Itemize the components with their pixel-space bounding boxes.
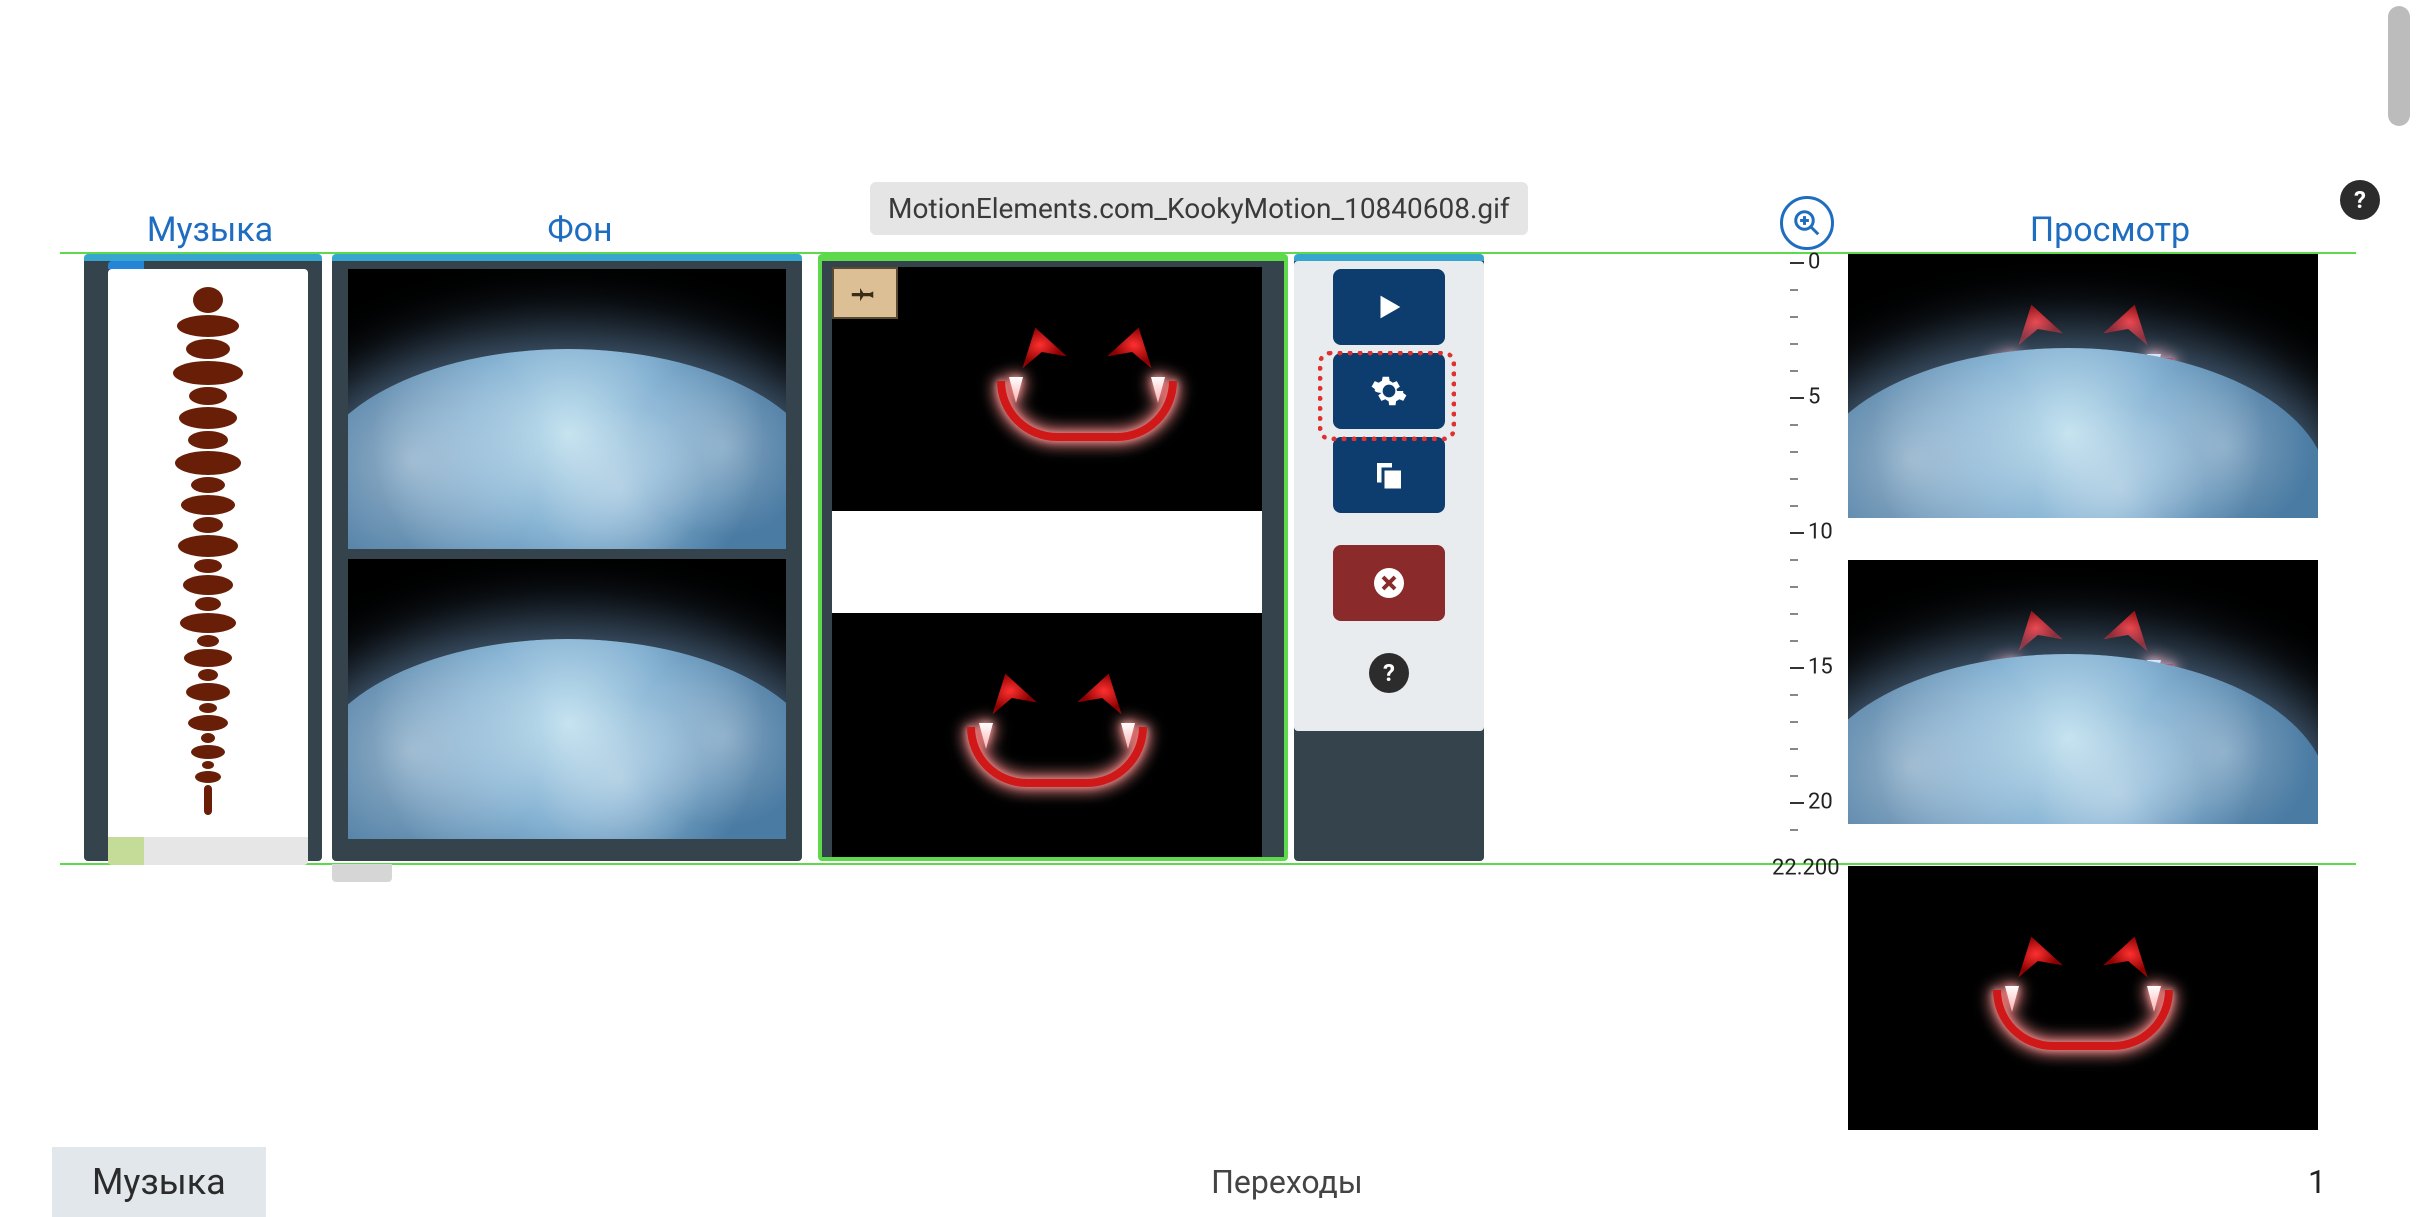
ruler-end-label: 22.200 [1772, 856, 1840, 881]
ruler-tick-label: 10 [1808, 520, 1833, 545]
bg-panel-scroll-handle[interactable] [332, 864, 392, 882]
audio-waveform [168, 287, 248, 819]
toolbar-help-button[interactable]: ? [1369, 653, 1409, 693]
column-label-music: Музыка [100, 210, 320, 250]
duplicate-button[interactable] [1333, 437, 1445, 513]
bottom-transitions-label[interactable]: Переходы [266, 1163, 2308, 1201]
clip-thumbnail-2[interactable] [832, 613, 1262, 857]
question-icon: ? [2354, 186, 2366, 214]
preview-frame-3[interactable] [1848, 866, 2318, 1130]
preview-frame-2[interactable] [1848, 560, 2318, 824]
column-label-background: Фон [480, 210, 680, 250]
page-help-button[interactable]: ? [2340, 180, 2380, 220]
bg-thumbnail-2[interactable] [348, 559, 786, 839]
settings-button[interactable] [1333, 353, 1445, 429]
close-circle-icon [1371, 565, 1407, 601]
pin-icon [851, 279, 879, 307]
delete-button[interactable] [1333, 545, 1445, 621]
zoom-in-icon [1792, 208, 1822, 238]
bg-thumbnail-1[interactable] [348, 269, 786, 549]
clip-gap [832, 511, 1262, 613]
bottom-tab-music[interactable]: Музыка [52, 1147, 266, 1217]
clip-tooltip: MotionElements.com_KookyMotion_10840608.… [870, 182, 1528, 235]
gear-icon [1370, 372, 1408, 410]
play-button[interactable] [1333, 269, 1445, 345]
play-icon [1372, 290, 1406, 324]
preview-frame-1[interactable] [1848, 254, 2318, 518]
page-scrollbar[interactable] [2388, 6, 2410, 126]
track-panel-selected-clip[interactable] [818, 254, 1288, 861]
waveform-container[interactable] [108, 269, 308, 837]
column-label-preview: Просмотр [1960, 210, 2260, 250]
preview-column [1848, 254, 2318, 1130]
ruler-tick-label: 5 [1808, 385, 1820, 410]
duplicate-icon [1371, 457, 1407, 493]
time-ruler[interactable]: 0 5 10 15 20 22.200 [1790, 254, 1834, 874]
ruler-tick-label: 15 [1808, 655, 1833, 680]
track-panel-background[interactable] [332, 254, 802, 861]
page-number: 1 [2308, 1163, 2376, 1201]
bottom-bar: Музыка Переходы 1 [52, 1148, 2376, 1216]
zoom-in-button[interactable] [1780, 196, 1834, 250]
music-progress-marker [108, 261, 144, 269]
question-icon: ? [1383, 659, 1395, 687]
pin-button[interactable] [832, 267, 898, 319]
track-panel-music[interactable] [84, 254, 322, 861]
music-panel-footer [108, 837, 308, 865]
clip-toolbar-panel: ? [1294, 254, 1484, 861]
ruler-tick-label: 20 [1808, 790, 1833, 815]
ruler-tick-label: 0 [1808, 250, 1820, 275]
